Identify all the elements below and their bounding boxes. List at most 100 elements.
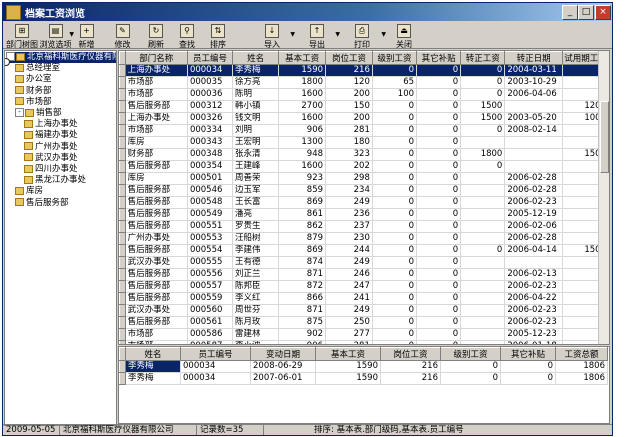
tree-node[interactable]: 办公室 xyxy=(15,74,52,85)
table-cell: 刘正兰 xyxy=(232,268,280,281)
table-row[interactable]: 李秀梅 000034 2008-06-29 1590 216 0 0 1806 xyxy=(119,360,608,373)
tree-node[interactable]: 四川办事处 xyxy=(24,164,78,175)
tree-expander-icon[interactable]: - xyxy=(15,108,24,117)
dropdown-arrow-icon[interactable]: ▼ xyxy=(381,31,386,38)
table-row[interactable]: 市场部 000035 徐方亮 1800 120 65 0 0 2003-10-29 xyxy=(119,76,609,89)
table-cell: 1590 xyxy=(315,360,381,373)
table-row[interactable]: 库房 000501 周善荣 923 298 0 0 2006-02-28 xyxy=(119,172,609,185)
toolbar-button-6[interactable]: ⇅ 排序 xyxy=(202,23,234,49)
column-header[interactable]: 工资总额 xyxy=(555,347,608,361)
toolbar-button-0[interactable]: ⊞ 部门树图 xyxy=(5,23,39,49)
toolbar-button-2[interactable]: + 新增 xyxy=(70,23,103,49)
maximize-button[interactable]: □ xyxy=(578,5,594,20)
close-button[interactable]: × xyxy=(595,5,611,20)
toolbar-button-8[interactable]: ↑ 导出 ▼ xyxy=(296,23,340,49)
table-row[interactable]: 售后服务部000354王建峰16002020000 xyxy=(119,160,609,173)
tree-node[interactable]: 售后服务部 xyxy=(15,198,69,209)
department-tree[interactable]: - 北京福科斯医疗仪器有限 总经理室 办公室 财务部 市场部 - 销售部 上海办事处 福建办事处广… xyxy=(4,50,117,426)
scrollbar-thumb[interactable] xyxy=(600,101,609,173)
toolbar-button-1[interactable]: ▤ 浏览选项 ▼ xyxy=(39,23,74,49)
column-header[interactable]: 员工编号 xyxy=(186,51,234,65)
table-row[interactable]: 李秀梅 000034 2007-06-01 1590 216 0 0 1806 xyxy=(119,372,608,385)
table-row[interactable]: 售后服务部 000559 李义红 866 241 0 0 2006-04-22 xyxy=(119,292,609,305)
table-row[interactable]: 售后服务部 000554 李建伟 869 244 0 0 0 2006-04-14 1500 xyxy=(119,244,609,257)
column-header[interactable]: 员工编号 xyxy=(180,347,251,361)
tree-node[interactable]: 广州办事处 xyxy=(24,142,78,153)
tree-node[interactable]: 财务部 xyxy=(15,86,52,97)
tree-node[interactable]: - 北京福科斯医疗仪器有限 xyxy=(6,52,116,63)
dropdown-arrow-icon[interactable]: ▼ xyxy=(290,31,295,38)
table-cell: 0 xyxy=(416,136,462,149)
table-row[interactable]: 售后服务部 000556 刘正兰 871 246 0 0 2006-02-13 xyxy=(119,268,609,281)
column-header[interactable]: 基本工资 xyxy=(315,347,381,361)
table-row[interactable]: 上海办事处000034李秀梅15902160002004-03-110 xyxy=(119,64,609,77)
toolbar-button-9[interactable]: ⎙ 打印 ▼ xyxy=(340,23,386,49)
table-row[interactable]: 售后服务部 000548 王长富 869 249 0 0 2006-02-23 xyxy=(119,196,609,209)
resize-handle[interactable] xyxy=(5,58,10,66)
toolbar-button-5[interactable]: ⚲ 查找 xyxy=(172,23,202,49)
table-cell: 2006-02-28 xyxy=(504,184,563,197)
tree-node[interactable]: 市场部 xyxy=(15,97,52,108)
column-header[interactable]: 岗位工资 xyxy=(380,347,441,361)
table-row[interactable]: 财务部 000348 张永清 948 323 0 0 1800 1500 xyxy=(119,148,609,161)
column-header[interactable]: 转正工资 xyxy=(460,51,506,65)
column-header[interactable]: 姓名 xyxy=(232,51,280,65)
table-row[interactable]: 广州办事处 000553 汪船树 879 230 0 0 2006-02-28 xyxy=(119,232,609,245)
column-header[interactable]: 级别工资 xyxy=(371,51,418,65)
table-row[interactable]: 武汉办事处 000560 周世芬 871 249 0 0 2006-02-23 xyxy=(119,304,609,317)
table-cell: 售后服务部 xyxy=(125,280,188,293)
table-row[interactable]: 售后服务部 000549 潘亮 861 236 0 0 2005-12-19 xyxy=(119,208,609,221)
table-row[interactable]: 上海办事处 000326 钱文明 1600 200 0 0 1500 2003-05-20 100… xyxy=(119,112,609,125)
table-cell: 000586 xyxy=(187,328,234,341)
tree-node-label: 福建办事处 xyxy=(35,130,78,141)
tree-node[interactable]: 上海办事处 xyxy=(24,119,78,130)
column-header[interactable]: 姓名 xyxy=(125,347,181,361)
toolbar-button-10[interactable]: ⏏ 关闭 xyxy=(388,23,420,49)
table-cell: 0 xyxy=(416,124,462,137)
column-header[interactable]: 转正日期 xyxy=(504,51,563,65)
table-cell: 216 xyxy=(325,64,373,77)
tree-node[interactable]: 黑龙江办事处 xyxy=(24,175,86,186)
salary-grid[interactable]: 部门名称 员工编号 姓名 基本工资 岗位工资 级别工资 其它补贴 转正工资 转正日期 试用期工资 … xyxy=(118,50,610,345)
tree-node[interactable]: 总经理室 xyxy=(15,63,60,74)
import-icon: ↓ xyxy=(265,24,279,38)
table-row[interactable]: 售后服务部 000546 边玉军 859 234 0 0 2006-02-28 xyxy=(119,184,609,197)
column-header[interactable]: 基本工资 xyxy=(278,51,327,65)
tree-node[interactable]: - 销售部 xyxy=(15,108,62,119)
table-row[interactable]: 售后服务部 000561 陈月玫 875 250 0 0 2006-02-23 xyxy=(119,316,609,329)
minimize-button[interactable]: _ xyxy=(562,5,578,20)
tree-node-label: 四川办事处 xyxy=(35,164,78,174)
table-cell: 0 xyxy=(372,232,418,245)
column-header[interactable]: 岗位工资 xyxy=(325,51,373,65)
table-cell: 2003-10-29 xyxy=(504,76,563,89)
column-header[interactable]: 其它补贴 xyxy=(416,51,462,65)
grid-vertical-scrollbar[interactable] xyxy=(598,51,609,344)
tree-node[interactable]: 库房 xyxy=(15,186,43,197)
table-row[interactable]: 库房 000343 王宏明 1300 180 0 0 xyxy=(119,136,609,149)
salary-history-grid[interactable]: 姓名 员工编号 变动日期 基本工资 岗位工资 级别工资 其它补贴 工资总额 李秀梅 000034… xyxy=(118,346,610,424)
folder-icon xyxy=(24,130,33,139)
table-row[interactable]: 市场部000587李小波906281002006-01-18 xyxy=(119,340,609,344)
table-row[interactable]: 市场部 000036 陈明 1600 200 100 0 0 2006-04-06 xyxy=(119,88,609,101)
table-cell: 0 xyxy=(416,196,462,209)
browse-options-icon: ▤ xyxy=(48,24,63,38)
toolbar-button-3[interactable]: ✎ 修改 xyxy=(106,23,139,49)
table-cell: 财务部 xyxy=(125,148,188,161)
table-cell: 923 xyxy=(278,172,327,185)
column-header[interactable]: 部门名称 xyxy=(124,51,188,65)
table-cell: 0 xyxy=(416,292,462,305)
table-row[interactable]: 售后服务部 000312 韩小镇 2700 150 0 0 1500 1200 xyxy=(119,100,609,113)
tree-node[interactable]: 福建办事处 xyxy=(24,130,78,141)
tree-node[interactable]: 武汉办事处 xyxy=(24,153,78,164)
table-row[interactable]: 市场部 000586 雷建林 902 277 0 0 2005-12-23 xyxy=(119,328,609,341)
table-row[interactable]: 售后服务部 000557 陈邦臣 872 247 0 0 2006-02-23 xyxy=(119,280,609,293)
table-row[interactable]: 售后服务部 000551 罗贵生 862 237 0 0 2006-02-06 xyxy=(119,220,609,233)
title-bar[interactable]: 档案工资浏览 _ □ × xyxy=(3,3,612,21)
column-header[interactable]: 其它补贴 xyxy=(500,347,556,361)
column-header[interactable]: 级别工资 xyxy=(440,347,501,361)
table-row[interactable]: 武汉办事处 000555 王有德 874 249 0 0 xyxy=(119,256,609,269)
column-header[interactable]: 变动日期 xyxy=(250,347,316,361)
toolbar-button-7[interactable]: ↓ 导入 ▼ xyxy=(251,23,295,49)
toolbar-button-4[interactable]: ↻ 刷新 xyxy=(140,23,172,49)
table-row[interactable]: 市场部 000334 刘明 906 281 0 0 0 2008-02-14 xyxy=(119,124,609,137)
